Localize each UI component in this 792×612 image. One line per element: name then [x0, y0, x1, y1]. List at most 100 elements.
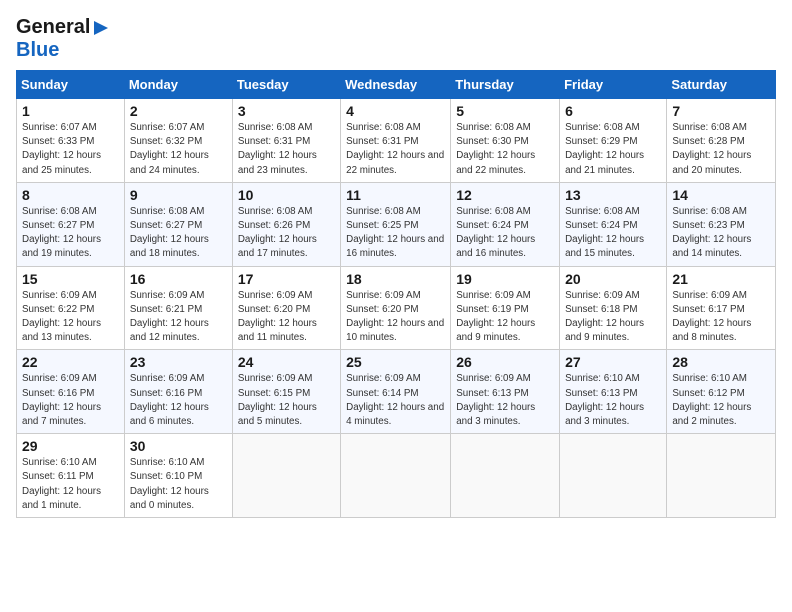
- calendar-cell: 3 Sunrise: 6:08 AMSunset: 6:31 PMDaylight…: [232, 99, 340, 183]
- calendar-cell: 20 Sunrise: 6:09 AMSunset: 6:18 PMDayligh…: [560, 266, 667, 350]
- cell-sunrise: Sunrise: 6:10 AMSunset: 6:12 PMDaylight:…: [672, 373, 751, 427]
- calendar-cell: 4Sunrise: 6:08 AMSunset: 6:31 PMDaylight…: [341, 99, 451, 183]
- cell-sunrise: Sunrise: 6:08 AMSunset: 6:27 PMDaylight:…: [130, 206, 209, 260]
- cell-day-number: 2: [130, 103, 227, 119]
- cell-sunrise: Sunrise: 6:08 AMSunset: 6:29 PMDaylight:…: [565, 122, 644, 176]
- cell-sunrise: Sunrise: 6:09 AMSunset: 6:18 PMDaylight:…: [565, 290, 644, 344]
- calendar-cell: 19 Sunrise: 6:09 AMSunset: 6:19 PMDayligh…: [451, 266, 560, 350]
- cell-day-number: 22: [22, 354, 119, 370]
- cell-day-number: 21: [672, 271, 770, 287]
- calendar-header-row: SundayMondayTuesdayWednesdayThursdayFrid…: [17, 71, 776, 99]
- cell-day-number: 20: [565, 271, 661, 287]
- cell-sunrise: Sunrise: 6:09 AMSunset: 6:14 PMDaylight:…: [346, 373, 444, 427]
- cell-day-number: 6: [565, 103, 661, 119]
- cell-sunrise: Sunrise: 6:09 AMSunset: 6:22 PMDaylight:…: [22, 290, 101, 344]
- header: General Blue: [16, 16, 776, 62]
- calendar-cell: [560, 434, 667, 518]
- cell-sunrise: Sunrise: 6:09 AMSunset: 6:20 PMDaylight:…: [238, 290, 317, 344]
- cell-sunrise: Sunrise: 6:08 AMSunset: 6:25 PMDaylight:…: [346, 206, 444, 260]
- calendar-cell: 2 Sunrise: 6:07 AMSunset: 6:32 PMDaylight…: [124, 99, 232, 183]
- cell-day-number: 3: [238, 103, 335, 119]
- calendar-cell: 11Sunrise: 6:08 AMSunset: 6:25 PMDayligh…: [341, 182, 451, 266]
- cell-day-number: 13: [565, 187, 661, 203]
- calendar-week-3: 15 Sunrise: 6:09 AMSunset: 6:22 PMDayligh…: [17, 266, 776, 350]
- cell-day-number: 27: [565, 354, 661, 370]
- cell-day-number: 8: [22, 187, 119, 203]
- calendar-cell: 29 Sunrise: 6:10 AMSunset: 6:11 PMDayligh…: [17, 434, 125, 518]
- calendar-cell: [451, 434, 560, 518]
- calendar-cell: 13Sunrise: 6:08 AMSunset: 6:24 PMDayligh…: [560, 182, 667, 266]
- calendar: SundayMondayTuesdayWednesdayThursdayFrid…: [16, 70, 776, 518]
- cell-sunrise: Sunrise: 6:09 AMSunset: 6:17 PMDaylight:…: [672, 290, 751, 344]
- header-thursday: Thursday: [451, 71, 560, 99]
- calendar-cell: 23 Sunrise: 6:09 AMSunset: 6:16 PMDayligh…: [124, 350, 232, 434]
- calendar-cell: [232, 434, 340, 518]
- header-tuesday: Tuesday: [232, 71, 340, 99]
- cell-sunrise: Sunrise: 6:08 AMSunset: 6:30 PMDaylight:…: [456, 122, 535, 176]
- logo-wordmark: General: [16, 16, 110, 39]
- cell-sunrise: Sunrise: 6:08 AMSunset: 6:31 PMDaylight:…: [238, 122, 317, 176]
- cell-day-number: 10: [238, 187, 335, 203]
- cell-sunrise: Sunrise: 6:09 AMSunset: 6:19 PMDaylight:…: [456, 290, 535, 344]
- calendar-cell: [341, 434, 451, 518]
- cell-day-number: 28: [672, 354, 770, 370]
- logo-general-text: General: [16, 16, 90, 39]
- cell-day-number: 9: [130, 187, 227, 203]
- cell-sunrise: Sunrise: 6:08 AMSunset: 6:27 PMDaylight:…: [22, 206, 101, 260]
- calendar-cell: 14Sunrise: 6:08 AMSunset: 6:23 PMDayligh…: [667, 182, 776, 266]
- header-saturday: Saturday: [667, 71, 776, 99]
- calendar-cell: 24Sunrise: 6:09 AMSunset: 6:15 PMDayligh…: [232, 350, 340, 434]
- cell-day-number: 1: [22, 103, 119, 119]
- cell-day-number: 15: [22, 271, 119, 287]
- cell-sunrise: Sunrise: 6:10 AMSunset: 6:10 PMDaylight:…: [130, 457, 209, 511]
- logo-blue-text: Blue: [16, 39, 59, 62]
- calendar-cell: 5 Sunrise: 6:08 AMSunset: 6:30 PMDaylight…: [451, 99, 560, 183]
- cell-day-number: 25: [346, 354, 445, 370]
- cell-sunrise: Sunrise: 6:10 AMSunset: 6:13 PMDaylight:…: [565, 373, 644, 427]
- calendar-cell: 30 Sunrise: 6:10 AMSunset: 6:10 PMDayligh…: [124, 434, 232, 518]
- calendar-cell: 15 Sunrise: 6:09 AMSunset: 6:22 PMDayligh…: [17, 266, 125, 350]
- cell-sunrise: Sunrise: 6:10 AMSunset: 6:11 PMDaylight:…: [22, 457, 101, 511]
- calendar-cell: 28 Sunrise: 6:10 AMSunset: 6:12 PMDayligh…: [667, 350, 776, 434]
- cell-sunrise: Sunrise: 6:09 AMSunset: 6:15 PMDaylight:…: [238, 373, 317, 427]
- cell-day-number: 5: [456, 103, 554, 119]
- header-friday: Friday: [560, 71, 667, 99]
- cell-sunrise: Sunrise: 6:08 AMSunset: 6:24 PMDaylight:…: [456, 206, 535, 260]
- calendar-cell: 16Sunrise: 6:09 AMSunset: 6:21 PMDayligh…: [124, 266, 232, 350]
- cell-sunrise: Sunrise: 6:09 AMSunset: 6:21 PMDaylight:…: [130, 290, 209, 344]
- calendar-cell: 1 Sunrise: 6:07 AMSunset: 6:33 PMDaylight…: [17, 99, 125, 183]
- cell-day-number: 7: [672, 103, 770, 119]
- cell-day-number: 14: [672, 187, 770, 203]
- cell-sunrise: Sunrise: 6:08 AMSunset: 6:28 PMDaylight:…: [672, 122, 751, 176]
- calendar-cell: [667, 434, 776, 518]
- cell-day-number: 12: [456, 187, 554, 203]
- logo: General Blue: [16, 16, 110, 62]
- cell-day-number: 18: [346, 271, 445, 287]
- calendar-cell: 8 Sunrise: 6:08 AMSunset: 6:27 PMDaylight…: [17, 182, 125, 266]
- calendar-cell: 22Sunrise: 6:09 AMSunset: 6:16 PMDayligh…: [17, 350, 125, 434]
- calendar-cell: 25 Sunrise: 6:09 AMSunset: 6:14 PMDayligh…: [341, 350, 451, 434]
- calendar-cell: 18 Sunrise: 6:09 AMSunset: 6:20 PMDayligh…: [341, 266, 451, 350]
- cell-sunrise: Sunrise: 6:08 AMSunset: 6:31 PMDaylight:…: [346, 122, 444, 176]
- cell-day-number: 19: [456, 271, 554, 287]
- cell-sunrise: Sunrise: 6:07 AMSunset: 6:32 PMDaylight:…: [130, 122, 209, 176]
- cell-day-number: 29: [22, 438, 119, 454]
- calendar-week-4: 22 Sunrise: 6:09 AMSunset: 6:16 PMDayligh…: [17, 350, 776, 434]
- cell-sunrise: Sunrise: 6:09 AMSunset: 6:13 PMDaylight:…: [456, 373, 535, 427]
- cell-day-number: 30: [130, 438, 227, 454]
- calendar-cell: 7 Sunrise: 6:08 AMSunset: 6:28 PMDaylight…: [667, 99, 776, 183]
- calendar-cell: 17Sunrise: 6:09 AMSunset: 6:20 PMDayligh…: [232, 266, 340, 350]
- cell-sunrise: Sunrise: 6:09 AMSunset: 6:16 PMDaylight:…: [130, 373, 209, 427]
- logo-arrow-icon: [92, 19, 110, 37]
- calendar-cell: 10Sunrise: 6:08 AMSunset: 6:26 PMDayligh…: [232, 182, 340, 266]
- calendar-cell: 27 Sunrise: 6:10 AMSunset: 6:13 PMDayligh…: [560, 350, 667, 434]
- cell-sunrise: Sunrise: 6:09 AMSunset: 6:20 PMDaylight:…: [346, 290, 444, 344]
- cell-day-number: 23: [130, 354, 227, 370]
- header-monday: Monday: [124, 71, 232, 99]
- calendar-cell: 6 Sunrise: 6:08 AMSunset: 6:29 PMDaylight…: [560, 99, 667, 183]
- calendar-cell: 21 Sunrise: 6:09 AMSunset: 6:17 PMDayligh…: [667, 266, 776, 350]
- cell-sunrise: Sunrise: 6:07 AMSunset: 6:33 PMDaylight:…: [22, 122, 101, 176]
- calendar-week-1: 1 Sunrise: 6:07 AMSunset: 6:33 PMDaylight…: [17, 99, 776, 183]
- calendar-week-2: 8 Sunrise: 6:08 AMSunset: 6:27 PMDaylight…: [17, 182, 776, 266]
- header-wednesday: Wednesday: [341, 71, 451, 99]
